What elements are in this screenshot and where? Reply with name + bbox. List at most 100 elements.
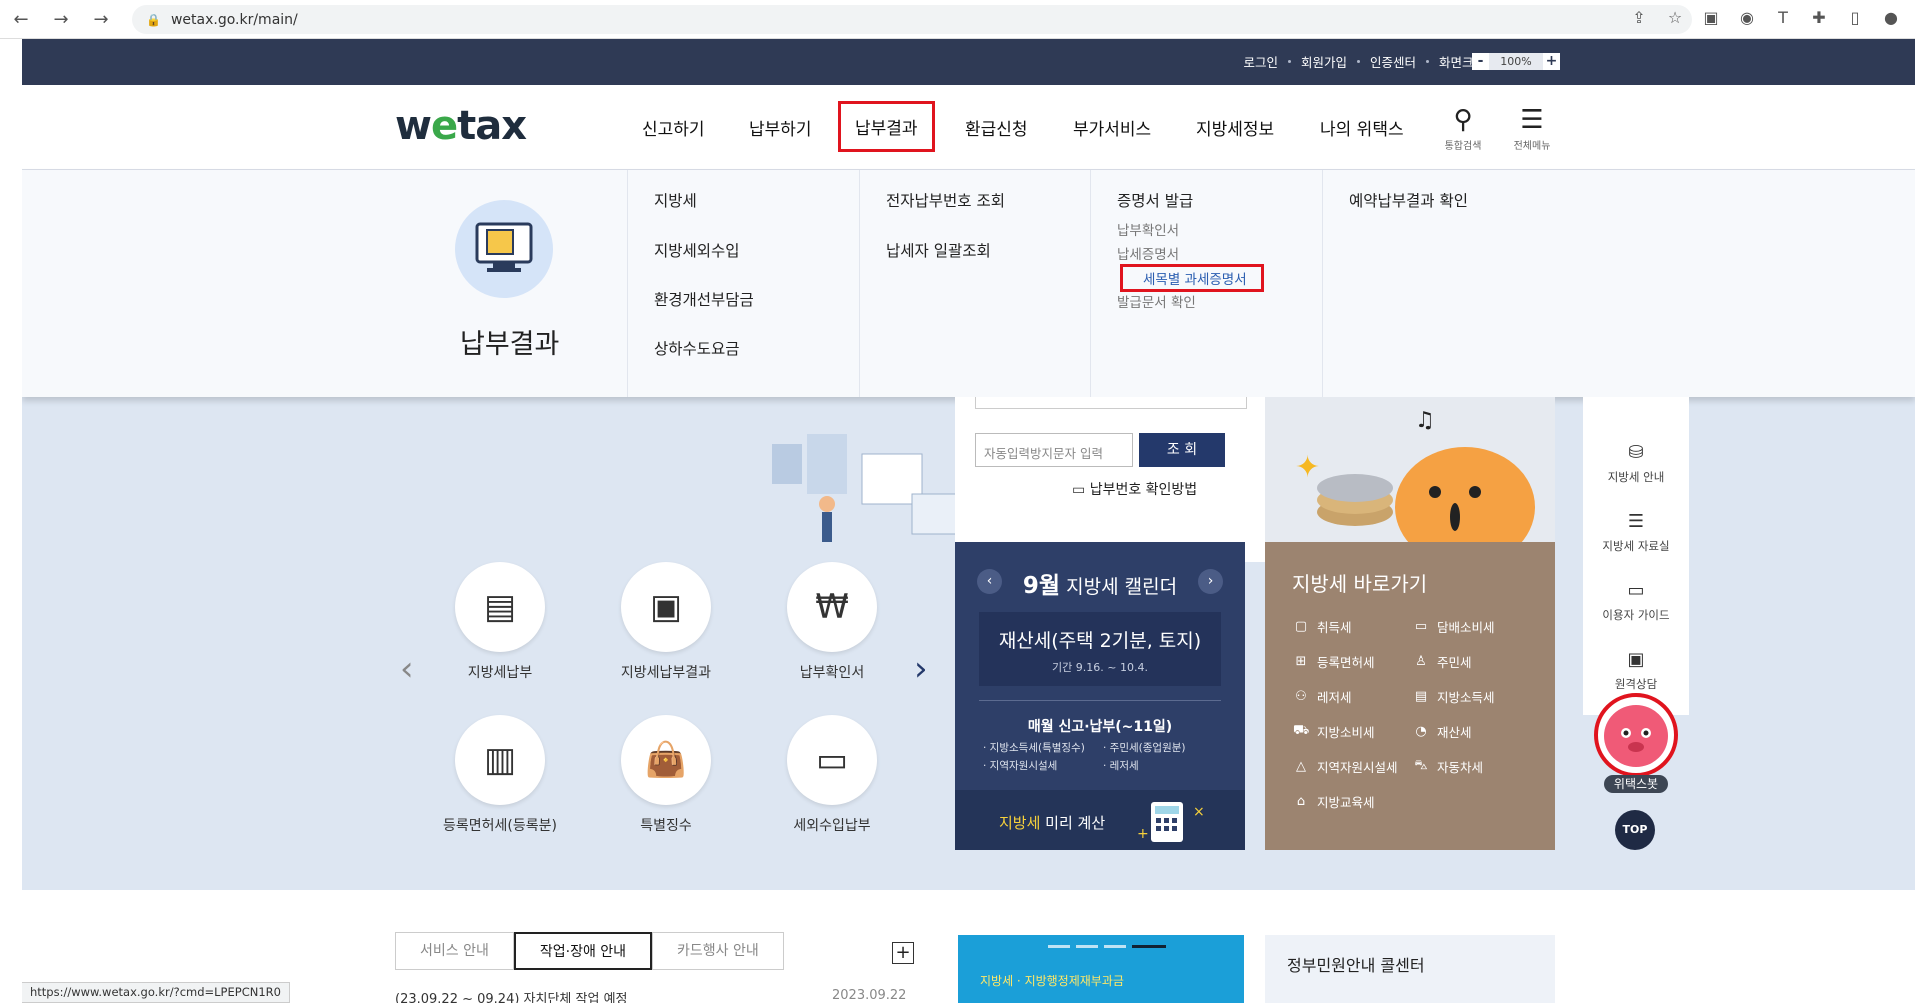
next-arrow-icon[interactable]: ›	[914, 649, 928, 689]
nav-local-tax-info[interactable]: 지방세정보	[1196, 115, 1274, 140]
service-payment-confirm[interactable]: ₩ 납부확인서	[757, 562, 907, 682]
service-local-tax-result[interactable]: ▣ 지방세납부결과	[591, 562, 741, 682]
nav-report[interactable]: 신고하기	[642, 115, 705, 140]
menu-document-verify[interactable]: 발급문서 확인	[1117, 291, 1196, 311]
search-label: 통합검색	[1444, 141, 1482, 152]
address-bar[interactable]: 🔒 wetax.go.kr/main/	[132, 5, 1692, 34]
shortcut-tobacco-tax[interactable]: ▭ 담배소비세	[1413, 617, 1533, 636]
extension-icon[interactable]: ▣	[1701, 8, 1721, 27]
profile-icon[interactable]: ●	[1881, 8, 1901, 27]
howto-link[interactable]: ▭ 납부번호 확인방법	[1072, 479, 1197, 499]
puzzle-icon[interactable]: ✚	[1809, 8, 1829, 27]
nav-pay-result[interactable]: 납부결과	[838, 101, 935, 152]
shortcut-acquisition-tax[interactable]: ▢ 취득세	[1293, 617, 1413, 636]
menu-reserved-payment[interactable]: 예약납부결과 확인	[1349, 189, 1468, 211]
shortcut-leisure-tax[interactable]: ⚇ 레저세	[1293, 687, 1413, 706]
menu-water-fee[interactable]: 상하수도요금	[654, 337, 740, 359]
more-button[interactable]: +	[892, 942, 914, 964]
wetax-logo[interactable]: wetax	[395, 103, 527, 149]
captcha-input[interactable]: 자동입력방지문자 입력	[975, 433, 1133, 467]
service-registration-license[interactable]: ▥ 등록면허세(등록분)	[425, 715, 575, 835]
calendar-next-button[interactable]: ›	[1198, 569, 1223, 594]
shortcuts-grid: ▢ 취득세 ▭ 담배소비세 ⊞ 등록면허세 ♙ 주민세 ⚇ 레저세 ▤ 지방소득세 ⛟ 지방소…	[1293, 617, 1533, 811]
call-center-banner[interactable]: 정부민원안내 콜센터	[1265, 935, 1555, 1003]
svg-text:×: ×	[1193, 804, 1205, 820]
menu-tax-certificate[interactable]: 납세증명서	[1117, 243, 1179, 263]
back-icon[interactable]: ←	[10, 9, 32, 30]
shortcut-property-tax[interactable]: ◔ 재산세	[1413, 722, 1533, 741]
shortcut-vehicle-tax[interactable]: ⛍ 자동차세	[1413, 757, 1533, 776]
search-icon: ⚲	[1453, 105, 1473, 135]
star-icon[interactable]: ☆	[1665, 8, 1685, 27]
service-local-tax-pay[interactable]: ▤ 지방세납부	[425, 562, 575, 682]
chatbot-button[interactable]	[1594, 693, 1678, 777]
cigarette-icon: ▭	[1414, 619, 1428, 634]
menu-nontax-revenue[interactable]: 지방세외수입	[654, 239, 740, 261]
tab-service-notice[interactable]: 서비스 안내	[395, 932, 514, 970]
all-menu-label: 전체메뉴	[1513, 141, 1551, 152]
shortcut-registration-tax[interactable]: ⊞ 등록면허세	[1293, 652, 1413, 671]
nav-extra-services[interactable]: 부가서비스	[1073, 115, 1151, 140]
calculator-icon: + ×	[1137, 802, 1205, 842]
menu-taxpayer-bulk[interactable]: 납세자 일괄조회	[886, 239, 991, 261]
zoom-out-button[interactable]: -	[1472, 52, 1489, 70]
calendar-event[interactable]: 재산세(주택 2기분, 토지) 기간 9.16. ~ 10.4.	[979, 612, 1221, 686]
cert-center-link[interactable]: 인증센터	[1370, 52, 1416, 71]
tax-preview-calc[interactable]: 지방세 미리 계산 + ×	[955, 790, 1245, 850]
menu-payment-confirm[interactable]: 납부확인서	[1117, 219, 1179, 239]
camera-icon[interactable]: ◉	[1737, 8, 1757, 27]
quick-local-tax-library[interactable]: ☰ 지방세 자료실	[1583, 511, 1689, 554]
menu-env-charge[interactable]: 환경개선부담금	[654, 288, 754, 310]
sidepanel-icon[interactable]: ▯	[1845, 8, 1865, 27]
banner-indicator	[1048, 945, 1166, 948]
tab-maintenance-notice[interactable]: 작업·장애 안내	[513, 932, 653, 970]
quick-user-guide[interactable]: ▭ 이용자 가이드	[1583, 580, 1689, 623]
svg-text:♫: ♫	[1415, 408, 1435, 433]
shortcut-education-tax[interactable]: ⌂ 지방교육세	[1293, 792, 1413, 811]
nav-refund[interactable]: 환급신청	[965, 115, 1028, 140]
browser-toolbar: ← → → ↻ 🔒 wetax.go.kr/main/ ⇪ ☆ ▣ ◉ T ✚ …	[0, 0, 1915, 39]
shortcut-label: 취득세	[1317, 620, 1352, 635]
event-tax-name: 재산세(주택 2기분, 토지)	[998, 630, 1202, 652]
promo-banner[interactable]: ♫ ✦	[1265, 397, 1555, 560]
nav-my-wetax[interactable]: 나의 위택스	[1320, 115, 1404, 140]
service-nontax-pay[interactable]: ▭ 세외수입납부	[757, 715, 907, 835]
plus-box-icon: ⊞	[1295, 654, 1307, 669]
share-icon[interactable]: ⇪	[1629, 8, 1649, 27]
service-label: 특별징수	[640, 818, 692, 834]
prev-arrow-icon[interactable]: ‹	[400, 649, 414, 689]
event-period: 기간 9.16. ~ 10.4.	[1052, 661, 1148, 674]
menu-epay-number[interactable]: 전자납부번호 조회	[886, 189, 1005, 211]
quick-remote-support[interactable]: ▣ 원격상담	[1583, 649, 1689, 692]
signup-link[interactable]: 회원가입	[1301, 52, 1347, 71]
zoom-in-button[interactable]: +	[1543, 52, 1560, 70]
document-icon: ▤	[1414, 689, 1428, 704]
menu-certificate[interactable]: 증명서 발급	[1117, 189, 1193, 211]
money-bag-icon: 👜	[621, 715, 711, 805]
nav-pay[interactable]: 납부하기	[749, 115, 812, 140]
shortcut-resident-tax[interactable]: ♙ 주민세	[1413, 652, 1533, 671]
tab-card-event[interactable]: 카드행사 안내	[652, 932, 784, 970]
quick-local-tax-guide[interactable]: ⛁ 지방세 안내	[1583, 442, 1689, 485]
all-menu-button[interactable]: ☰ 전체메뉴	[1502, 105, 1562, 152]
shortcut-resource-tax[interactable]: △ 지역자원시설세	[1293, 757, 1413, 776]
login-link[interactable]: 로그인	[1243, 52, 1278, 71]
scroll-top-button[interactable]: TOP	[1615, 810, 1655, 850]
query-button[interactable]: 조 회	[1139, 433, 1225, 467]
zoom-value: 100%	[1489, 52, 1543, 70]
shortcut-label: 지방소득세	[1437, 690, 1495, 705]
forward-icon-2[interactable]: →	[90, 9, 112, 30]
card-icon: ▭	[787, 715, 877, 805]
menu-local-tax[interactable]: 지방세	[654, 189, 697, 211]
notice-item[interactable]: (23.09.22 ~ 09.24) 자치단체 작업 예정	[395, 988, 628, 1003]
menu-item-tax-assessment[interactable]: 세목별 과세증명서	[1120, 264, 1264, 292]
tesla-icon[interactable]: T	[1773, 8, 1793, 27]
hamburger-icon: ☰	[1520, 105, 1544, 135]
chatbot-label[interactable]: 위택스봇	[1604, 775, 1668, 793]
info-banner[interactable]: 지방세 · 지방행정제재부과금	[958, 935, 1244, 1003]
service-special-withholding[interactable]: 👜 특별징수	[591, 715, 741, 835]
shortcut-income-tax[interactable]: ▤ 지방소득세	[1413, 687, 1533, 706]
forward-icon[interactable]: →	[50, 9, 72, 30]
shortcut-consumption-tax[interactable]: ⛟ 지방소비세	[1293, 722, 1413, 741]
search-button[interactable]: ⚲ 통합검색	[1433, 105, 1493, 152]
